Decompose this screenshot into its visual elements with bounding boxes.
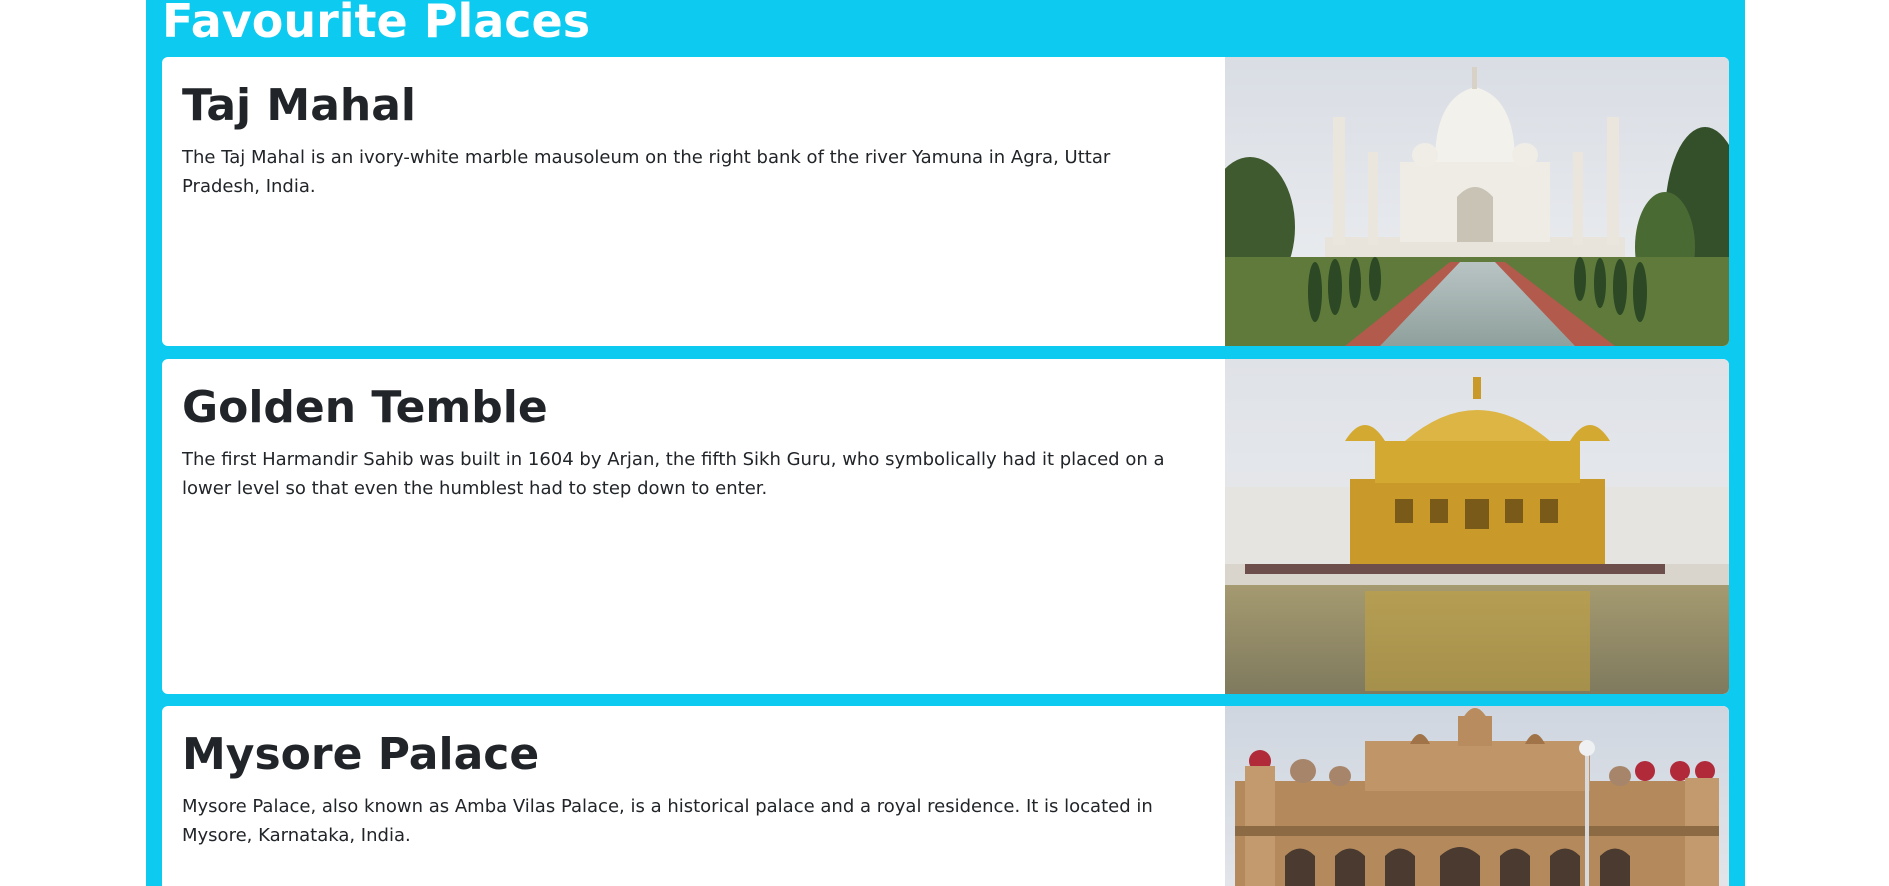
favourite-places-panel: Favourite Places Taj Mahal The Taj Mahal… [146,0,1745,886]
card-description: The Taj Mahal is an ivory-white marble m… [182,147,1111,197]
golden-temple-image [1225,359,1729,694]
place-card-mysore-palace: Mysore Palace Mysore Palace, also known … [162,706,1729,886]
place-card-golden-temple: Golden Temble The first Harmandir Sahib … [162,359,1729,694]
taj-mahal-image [1225,57,1729,346]
mysore-palace-image [1225,706,1729,886]
card-body: Mysore Palace Mysore Palace, also known … [182,726,1182,850]
card-title: Golden Temble [182,382,548,433]
card-body: Taj Mahal The Taj Mahal is an ivory-whit… [182,77,1182,201]
card-title: Mysore Palace [182,729,540,780]
card-title: Taj Mahal [182,80,417,131]
page-title: Favourite Places [162,0,591,48]
card-body: Golden Temble The first Harmandir Sahib … [182,379,1182,503]
card-description: The first Harmandir Sahib was built in 1… [182,449,1165,499]
place-card-taj-mahal: Taj Mahal The Taj Mahal is an ivory-whit… [162,57,1729,346]
card-description: Mysore Palace, also known as Amba Vilas … [182,796,1153,846]
